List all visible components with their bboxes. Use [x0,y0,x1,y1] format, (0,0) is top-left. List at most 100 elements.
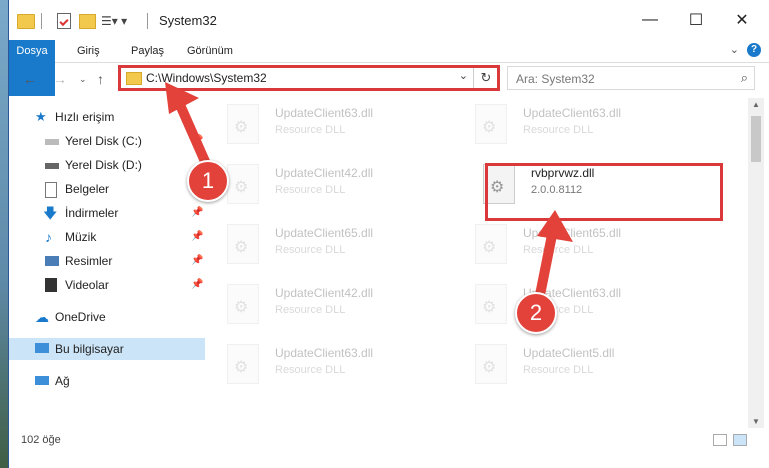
list-item[interactable]: UpdateClient5.dll Resource DLL [471,336,701,392]
folder-icon [17,14,35,29]
tab-home[interactable]: Giriş [67,40,110,62]
back-icon[interactable]: ← [23,68,37,90]
sidebar-item-label: Müzik [65,230,97,244]
details-view-icon[interactable] [713,434,727,446]
sidebar-item-label: Belgeler [65,182,110,196]
sidebar-item-videos[interactable]: Videolar 📌 [9,274,205,296]
step-1-badge: 1 [187,160,229,202]
video-icon [45,278,57,292]
list-item[interactable]: UpdateClient63.dll Resource DLL [471,276,701,332]
divider [41,13,42,29]
pictures-icon [45,256,59,266]
properties-icon[interactable] [57,13,71,29]
pin-icon[interactable]: 📌 [191,250,203,272]
file-description: Resource DLL [275,184,346,196]
title-bar: ☰▾ ▾ System32 — ☐ ✕ [9,0,769,40]
explorer-window: ☰▾ ▾ System32 — ☐ ✕ Dosya Giriş Paylaş G… [8,0,769,468]
expand-ribbon-icon[interactable]: ⌄ [730,43,739,56]
file-description: Resource DLL [275,124,346,136]
dll-file-icon [227,284,259,324]
network-icon [35,376,49,385]
sidebar-item-label: Yerel Disk (C:) [65,134,142,148]
ribbon: Dosya Giriş Paylaş Görünüm ⌄ ? [9,40,769,96]
file-list: UpdateClient63.dll Resource DLL UpdateCl… [223,96,741,436]
customize-toolbar-icon[interactable]: ☰▾ ▾ [101,12,127,30]
sidebar-item-label: Videolar [65,278,109,292]
sidebar-item-onedrive[interactable]: ☁ OneDrive [9,306,205,328]
sidebar-item-label: Hızlı erişim [55,110,115,124]
file-name: UpdateClient65.dll [275,226,374,240]
forward-icon[interactable]: → [53,68,67,90]
recent-locations-icon[interactable]: ⌄ [79,68,87,90]
file-description: Resource DLL [523,124,594,136]
dll-file-icon [227,224,259,264]
divider [147,13,148,29]
search-placeholder: Ara: System32 [516,72,595,86]
sidebar-item-label: Resimler [65,254,113,268]
maximize-button[interactable]: ☐ [673,0,719,40]
help-icon[interactable]: ? [747,43,761,57]
music-icon: ♪ [45,229,52,245]
file-description: Resource DLL [275,244,346,256]
star-icon: ★ [35,109,47,124]
documents-icon [45,182,57,198]
file-description: Resource DLL [275,364,346,376]
file-name: UpdateClient42.dll [275,286,374,300]
dll-file-icon [475,284,507,324]
sidebar-item-music[interactable]: ♪ Müzik 📌 [9,226,205,248]
pin-icon[interactable]: 📌 [191,202,203,224]
tab-share[interactable]: Paylaş [121,40,174,62]
file-description: Resource DLL [523,364,594,376]
tab-view[interactable]: Görünüm [177,40,243,62]
list-item[interactable]: UpdateClient65.dll Resource DLL [223,216,453,272]
up-icon[interactable]: ↑ [97,68,104,90]
sidebar-item-label: Ağ [55,374,70,388]
dll-file-icon [227,104,259,144]
download-icon: 🡇 [43,205,58,221]
search-input[interactable]: Ara: System32 ⌕ [507,66,755,90]
window-title: System32 [159,13,217,28]
sidebar-item-label: Bu bilgisayar [55,342,124,356]
scroll-down-icon[interactable]: ▼ [748,417,764,426]
scrollbar-thumb[interactable] [751,116,761,162]
dll-file-icon [227,344,259,384]
list-item[interactable]: UpdateClient63.dll Resource DLL [471,96,701,152]
close-button[interactable]: ✕ [719,0,765,40]
minimize-button[interactable]: — [627,0,673,40]
sidebar-item-this-pc[interactable]: Bu bilgisayar [9,338,205,360]
item-count: 102 öğe [21,434,61,446]
sidebar-item-label: Yerel Disk (D:) [65,158,142,172]
list-item[interactable]: UpdateClient42.dll Resource DLL [223,156,453,212]
sidebar-item-downloads[interactable]: 🡇 İndirmeler 📌 [9,202,205,224]
dll-file-icon [475,344,507,384]
list-item[interactable]: UpdateClient63.dll Resource DLL [223,336,453,392]
dll-file-icon [475,224,507,264]
list-item[interactable]: UpdateClient63.dll Resource DLL [223,96,453,152]
drive-icon [45,139,59,145]
sidebar-item-pictures[interactable]: Resimler 📌 [9,250,205,272]
file-name: UpdateClient42.dll [275,166,374,180]
file-description: Resource DLL [275,304,346,316]
file-name: UpdateClient63.dll [275,346,374,360]
computer-icon [35,343,49,353]
file-name: UpdateClient5.dll [523,346,615,360]
file-name: UpdateClient63.dll [523,106,622,120]
vertical-scrollbar[interactable]: ▲ ▼ [748,98,764,428]
list-item[interactable]: UpdateClient65.dll Resource DLL [471,216,701,272]
file-name: UpdateClient63.dll [275,106,374,120]
sidebar-item-network[interactable]: Ağ [9,370,205,392]
search-icon[interactable]: ⌕ [741,70,748,86]
pin-icon[interactable]: 📌 [191,274,203,296]
pin-icon[interactable]: 📌 [191,226,203,248]
step-2-badge: 2 [515,292,557,334]
list-item[interactable]: UpdateClient42.dll Resource DLL [223,276,453,332]
dll-file-icon [475,104,507,144]
new-folder-icon[interactable] [79,14,96,29]
sidebar-item-label: İndirmeler [65,206,119,220]
large-icons-view-icon[interactable] [733,434,747,446]
sidebar-item-label: OneDrive [55,310,106,324]
scroll-up-icon[interactable]: ▲ [748,100,764,109]
dll-file-icon [227,164,259,204]
cloud-icon: ☁ [35,309,49,325]
drive-icon [45,163,59,169]
